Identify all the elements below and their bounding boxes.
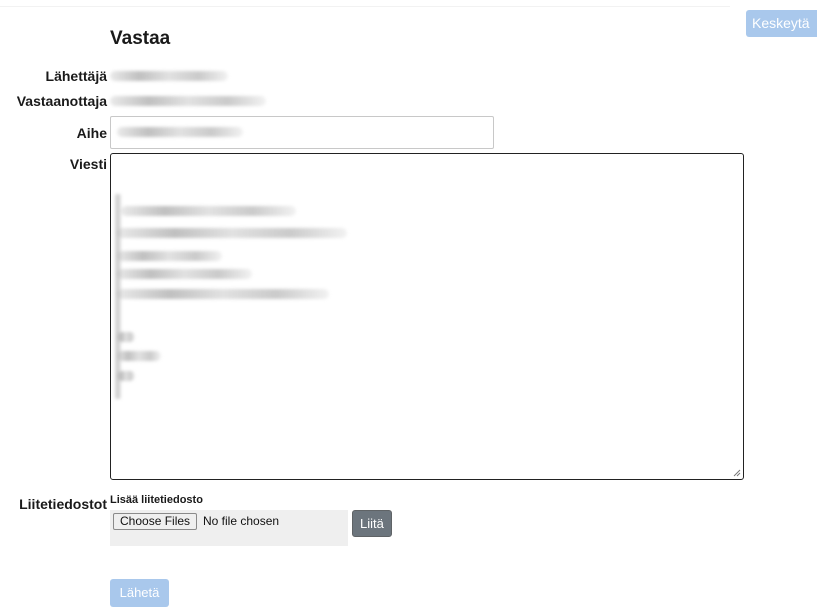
- cancel-button[interactable]: Keskeytä: [746, 10, 817, 37]
- add-attachment-label: Lisää liitetiedosto: [110, 494, 203, 506]
- message-line-redacted: [117, 351, 161, 361]
- message-line-redacted: [117, 289, 329, 299]
- recipient-value-redacted: [110, 96, 266, 106]
- reply-form-page: Keskeytä Vastaa Lähettäjä Vastaanottaja …: [0, 0, 817, 609]
- send-button[interactable]: Lähetä: [110, 579, 169, 607]
- subject-value-redacted: [117, 127, 243, 137]
- no-file-chosen-text: No file chosen: [203, 514, 280, 528]
- message-line-redacted: [117, 251, 222, 261]
- sender-value-redacted: [110, 71, 228, 81]
- message-line-redacted: [117, 332, 135, 342]
- attach-button[interactable]: Liitä: [352, 510, 392, 537]
- recipient-label: Vastaanottaja: [16, 93, 107, 109]
- message-textarea[interactable]: [110, 153, 744, 480]
- subject-input[interactable]: [110, 116, 494, 149]
- sender-label: Lähettäjä: [45, 68, 107, 84]
- attachments-label: Liitetiedostot: [19, 496, 107, 512]
- message-line-redacted: [121, 206, 296, 216]
- resize-grip-icon[interactable]: [733, 469, 741, 477]
- message-line-redacted: [117, 269, 252, 279]
- message-line-redacted: [117, 371, 135, 381]
- choose-files-button[interactable]: Choose Files: [113, 513, 198, 530]
- top-divider: [0, 6, 730, 7]
- page-title: Vastaa: [110, 28, 171, 49]
- file-input: Choose Files No file chosen: [110, 510, 348, 546]
- message-line-redacted: [117, 228, 347, 238]
- subject-label: Aihe: [76, 125, 107, 141]
- message-label: Viesti: [69, 156, 107, 172]
